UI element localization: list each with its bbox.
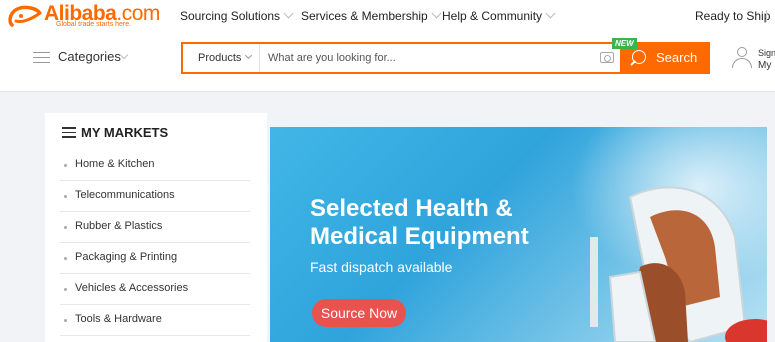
bullet-icon (64, 195, 67, 198)
alibaba-logo-icon (8, 5, 42, 27)
nav-help-community[interactable]: Help & Community (442, 8, 556, 23)
banner-subtitle: Fast dispatch available (310, 259, 453, 275)
bullet-icon (64, 257, 67, 260)
my-account-link[interactable]: My (758, 60, 771, 71)
my-markets-panel: MY MARKETS Home & Kitchen Telecommunicat… (45, 113, 267, 342)
source-now-button[interactable]: Source Now (312, 299, 406, 327)
banner-title-line2: Medical Equipment (310, 223, 529, 250)
chevron-down-icon (119, 50, 129, 60)
bullet-icon (64, 319, 67, 322)
bullet-icon (64, 226, 67, 229)
market-item-rubber-plastics[interactable]: Rubber & Plastics (60, 212, 250, 243)
menu-icon[interactable] (33, 52, 50, 64)
categories-button[interactable]: Categories (58, 49, 121, 64)
massage-chair-image (590, 186, 767, 342)
market-item-home-kitchen[interactable]: Home & Kitchen (60, 150, 250, 181)
nav-sourcing-solutions[interactable]: Sourcing Solutions (180, 8, 294, 23)
menu-icon (62, 127, 76, 138)
market-item-packaging-printing[interactable]: Packaging & Printing (60, 243, 250, 274)
chevron-down-icon (431, 8, 442, 19)
chevron-down-icon (283, 8, 294, 19)
my-markets-title: MY MARKETS (81, 125, 169, 140)
promo-banner[interactable]: Selected Health & Medical Equipment Fast… (270, 127, 767, 342)
chevron-down-icon (545, 8, 556, 19)
search-input[interactable] (268, 44, 598, 72)
bullet-icon (64, 288, 67, 291)
alibaba-logo[interactable]: Alibaba.com Global trade starts here. (6, 2, 160, 29)
chevron-down-icon (245, 51, 253, 60)
top-bar: Alibaba.com Global trade starts here. So… (0, 0, 775, 32)
market-item-tools-hardware[interactable]: Tools & Hardware (60, 305, 250, 336)
nav-services-membership[interactable]: Services & Membership (301, 8, 442, 23)
nav-divider (766, 10, 767, 22)
nav-ready-to-ship[interactable]: Ready to Ship (695, 9, 770, 23)
search-scope-select[interactable]: Products (183, 44, 260, 72)
bullet-icon (64, 164, 67, 167)
market-item-vehicles-accessories[interactable]: Vehicles & Accessories (60, 274, 250, 305)
search-icon (632, 50, 646, 64)
banner-title-line1: Selected Health & (310, 195, 513, 222)
new-badge: NEW (612, 38, 637, 49)
logo-tagline: Global trade starts here. (56, 21, 132, 28)
market-item-telecommunications[interactable]: Telecommunications (60, 181, 250, 212)
search-row: Categories Products Search NEW Sign My (0, 32, 775, 92)
markets-list: Home & Kitchen Telecommunications Rubber… (60, 150, 250, 336)
user-icon[interactable] (732, 47, 752, 71)
sign-in-link[interactable]: Sign (758, 48, 775, 58)
camera-icon[interactable] (600, 52, 614, 63)
